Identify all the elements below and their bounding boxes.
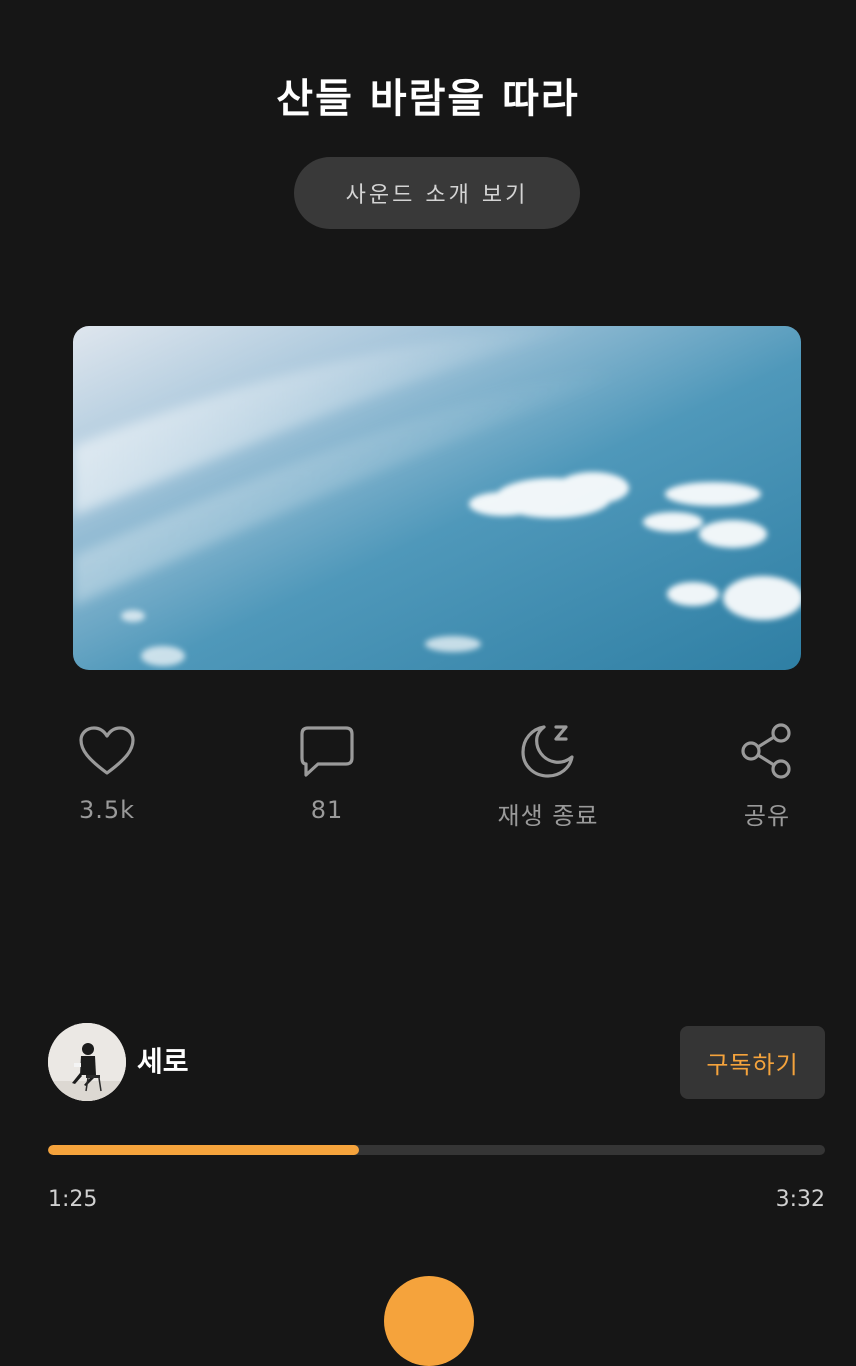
sky-illustration	[73, 326, 801, 670]
sleep-timer-action[interactable]: 재생 종료	[478, 720, 618, 831]
sound-intro-button[interactable]: 사운드 소개 보기	[294, 157, 580, 229]
comment-icon[interactable]	[296, 720, 358, 782]
like-action[interactable]: 3.5k	[37, 720, 177, 824]
total-time: 3:32	[775, 1187, 825, 1212]
comment-action[interactable]: 81	[257, 720, 397, 824]
avatar-photo	[48, 1023, 126, 1101]
share-icon[interactable]	[736, 720, 798, 782]
sleep-timer-label: 재생 종료	[497, 802, 599, 830]
sleep-moon-icon[interactable]	[517, 720, 579, 782]
cover-image	[73, 326, 801, 670]
page-title: 산들 바람을 따라	[276, 76, 580, 122]
like-count: 3.5k	[78, 796, 136, 824]
comment-count: 81	[310, 796, 344, 824]
action-bar: 3.5k 81 재생 종료 공유	[0, 720, 856, 840]
share-label: 공유	[743, 802, 791, 830]
play-button[interactable]	[384, 1276, 474, 1366]
subscribe-button[interactable]: 구독하기	[680, 1026, 825, 1099]
progress-fill	[48, 1145, 359, 1155]
share-action[interactable]: 공유	[697, 720, 837, 831]
elapsed-time: 1:25	[48, 1187, 98, 1212]
heart-icon[interactable]	[76, 720, 138, 782]
avatar[interactable]	[48, 1023, 126, 1101]
progress-bar[interactable]	[48, 1145, 825, 1155]
creator-name[interactable]: 세로	[137, 1040, 189, 1080]
